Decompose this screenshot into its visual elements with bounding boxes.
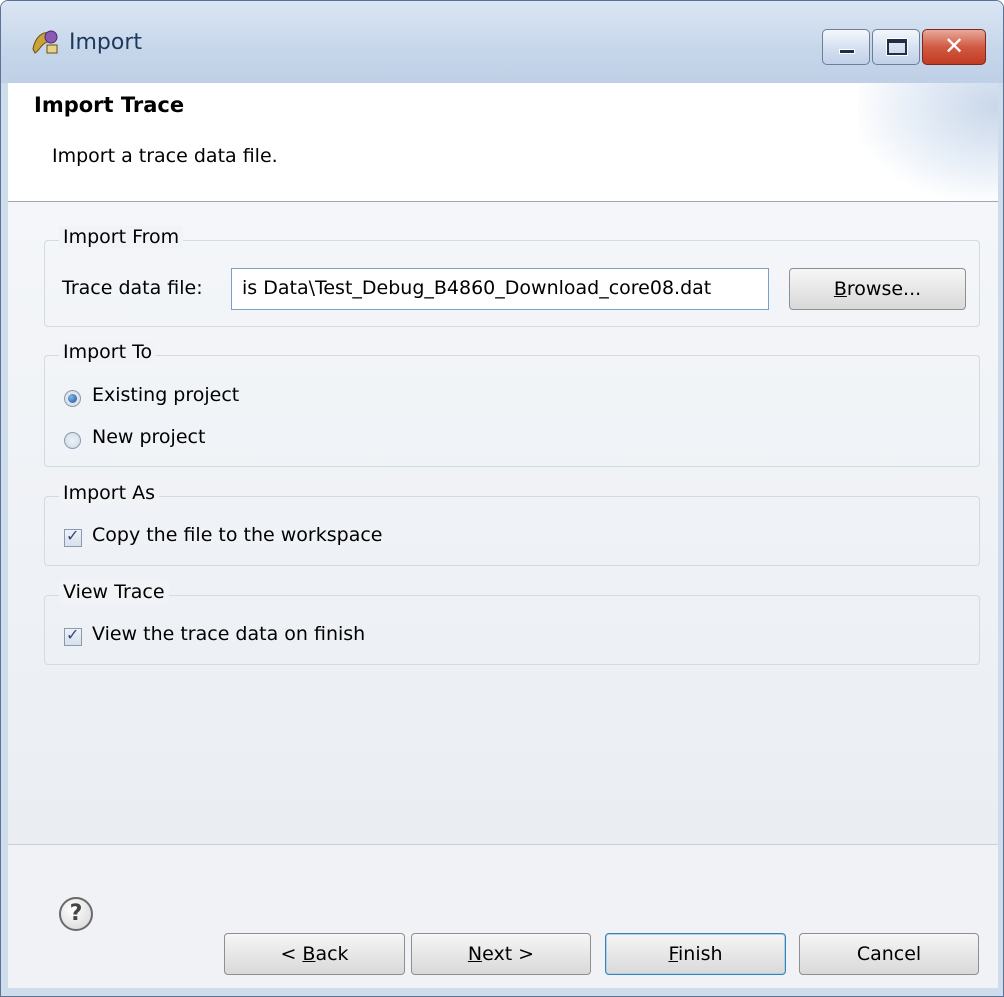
- next-mnemonic: N: [467, 943, 483, 965]
- title-bar[interactable]: Import ✕: [1, 1, 1003, 83]
- import-from-label: Import From: [59, 226, 184, 248]
- close-icon: ✕: [943, 32, 965, 60]
- copy-to-workspace-label[interactable]: Copy the file to the workspace: [92, 524, 382, 546]
- back-prefix: <: [280, 943, 303, 965]
- import-as-label: Import As: [59, 482, 159, 504]
- wizard-header: Import Trace Import a trace data file.: [8, 83, 998, 202]
- wizard-footer: ? < Back Next > Finish Cancel: [8, 844, 998, 988]
- trace-data-file-label: Trace data file:: [62, 277, 203, 299]
- next-label: ext >: [482, 943, 535, 965]
- finish-mnemonic: F: [668, 943, 678, 965]
- browse-mnemonic: B: [833, 278, 847, 300]
- window-title: Import: [69, 30, 143, 55]
- import-from-group: Import From Trace data file: is Data\Tes…: [44, 226, 980, 327]
- wizard-content: Import From Trace data file: is Data\Tes…: [8, 202, 998, 844]
- trace-file-input[interactable]: is Data\Test_Debug_B4860_Download_core08…: [231, 268, 769, 310]
- import-dialog: Import ✕ Import Trace Import a trace dat…: [0, 0, 1004, 997]
- view-on-finish-label[interactable]: View the trace data on finish: [92, 623, 365, 645]
- minimize-button[interactable]: [822, 29, 870, 65]
- eclipse-import-wizard-icon: [32, 30, 58, 54]
- existing-project-radio[interactable]: [64, 390, 81, 407]
- minimize-icon: [839, 49, 855, 54]
- import-to-label: Import To: [59, 341, 157, 363]
- finish-label: inish: [678, 943, 723, 965]
- maximize-button[interactable]: [872, 29, 920, 65]
- page-description: Import a trace data file.: [52, 145, 278, 167]
- existing-project-label[interactable]: Existing project: [92, 384, 239, 406]
- cancel-button[interactable]: Cancel: [799, 933, 979, 975]
- checkmark-icon: ✓: [66, 625, 80, 644]
- view-trace-label: View Trace: [59, 581, 169, 603]
- copy-to-workspace-checkbox[interactable]: ✓: [64, 526, 82, 547]
- browse-button[interactable]: Browse...: [789, 268, 966, 310]
- import-to-group: Import To Existing project New project: [44, 341, 980, 467]
- new-project-radio[interactable]: [64, 432, 81, 449]
- checkmark-icon: ✓: [66, 526, 80, 545]
- help-icon[interactable]: ?: [59, 897, 93, 931]
- import-as-group: Import As ✓ Copy the file to the workspa…: [44, 482, 980, 566]
- new-project-label[interactable]: New project: [92, 426, 205, 448]
- radio-selected-dot: [68, 394, 77, 403]
- back-label: ack: [315, 943, 349, 965]
- browse-label: rowse...: [846, 278, 922, 300]
- page-title: Import Trace: [34, 93, 185, 117]
- view-trace-group: View Trace ✓ View the trace data on fini…: [44, 581, 980, 665]
- header-banner-graphic: [858, 83, 998, 201]
- finish-button[interactable]: Finish: [605, 933, 786, 975]
- close-button[interactable]: ✕: [922, 29, 986, 65]
- maximize-icon: [886, 38, 908, 56]
- view-on-finish-checkbox[interactable]: ✓: [64, 625, 82, 646]
- next-button[interactable]: Next >: [411, 933, 591, 975]
- back-button[interactable]: < Back: [224, 933, 405, 975]
- back-mnemonic: B: [302, 943, 316, 965]
